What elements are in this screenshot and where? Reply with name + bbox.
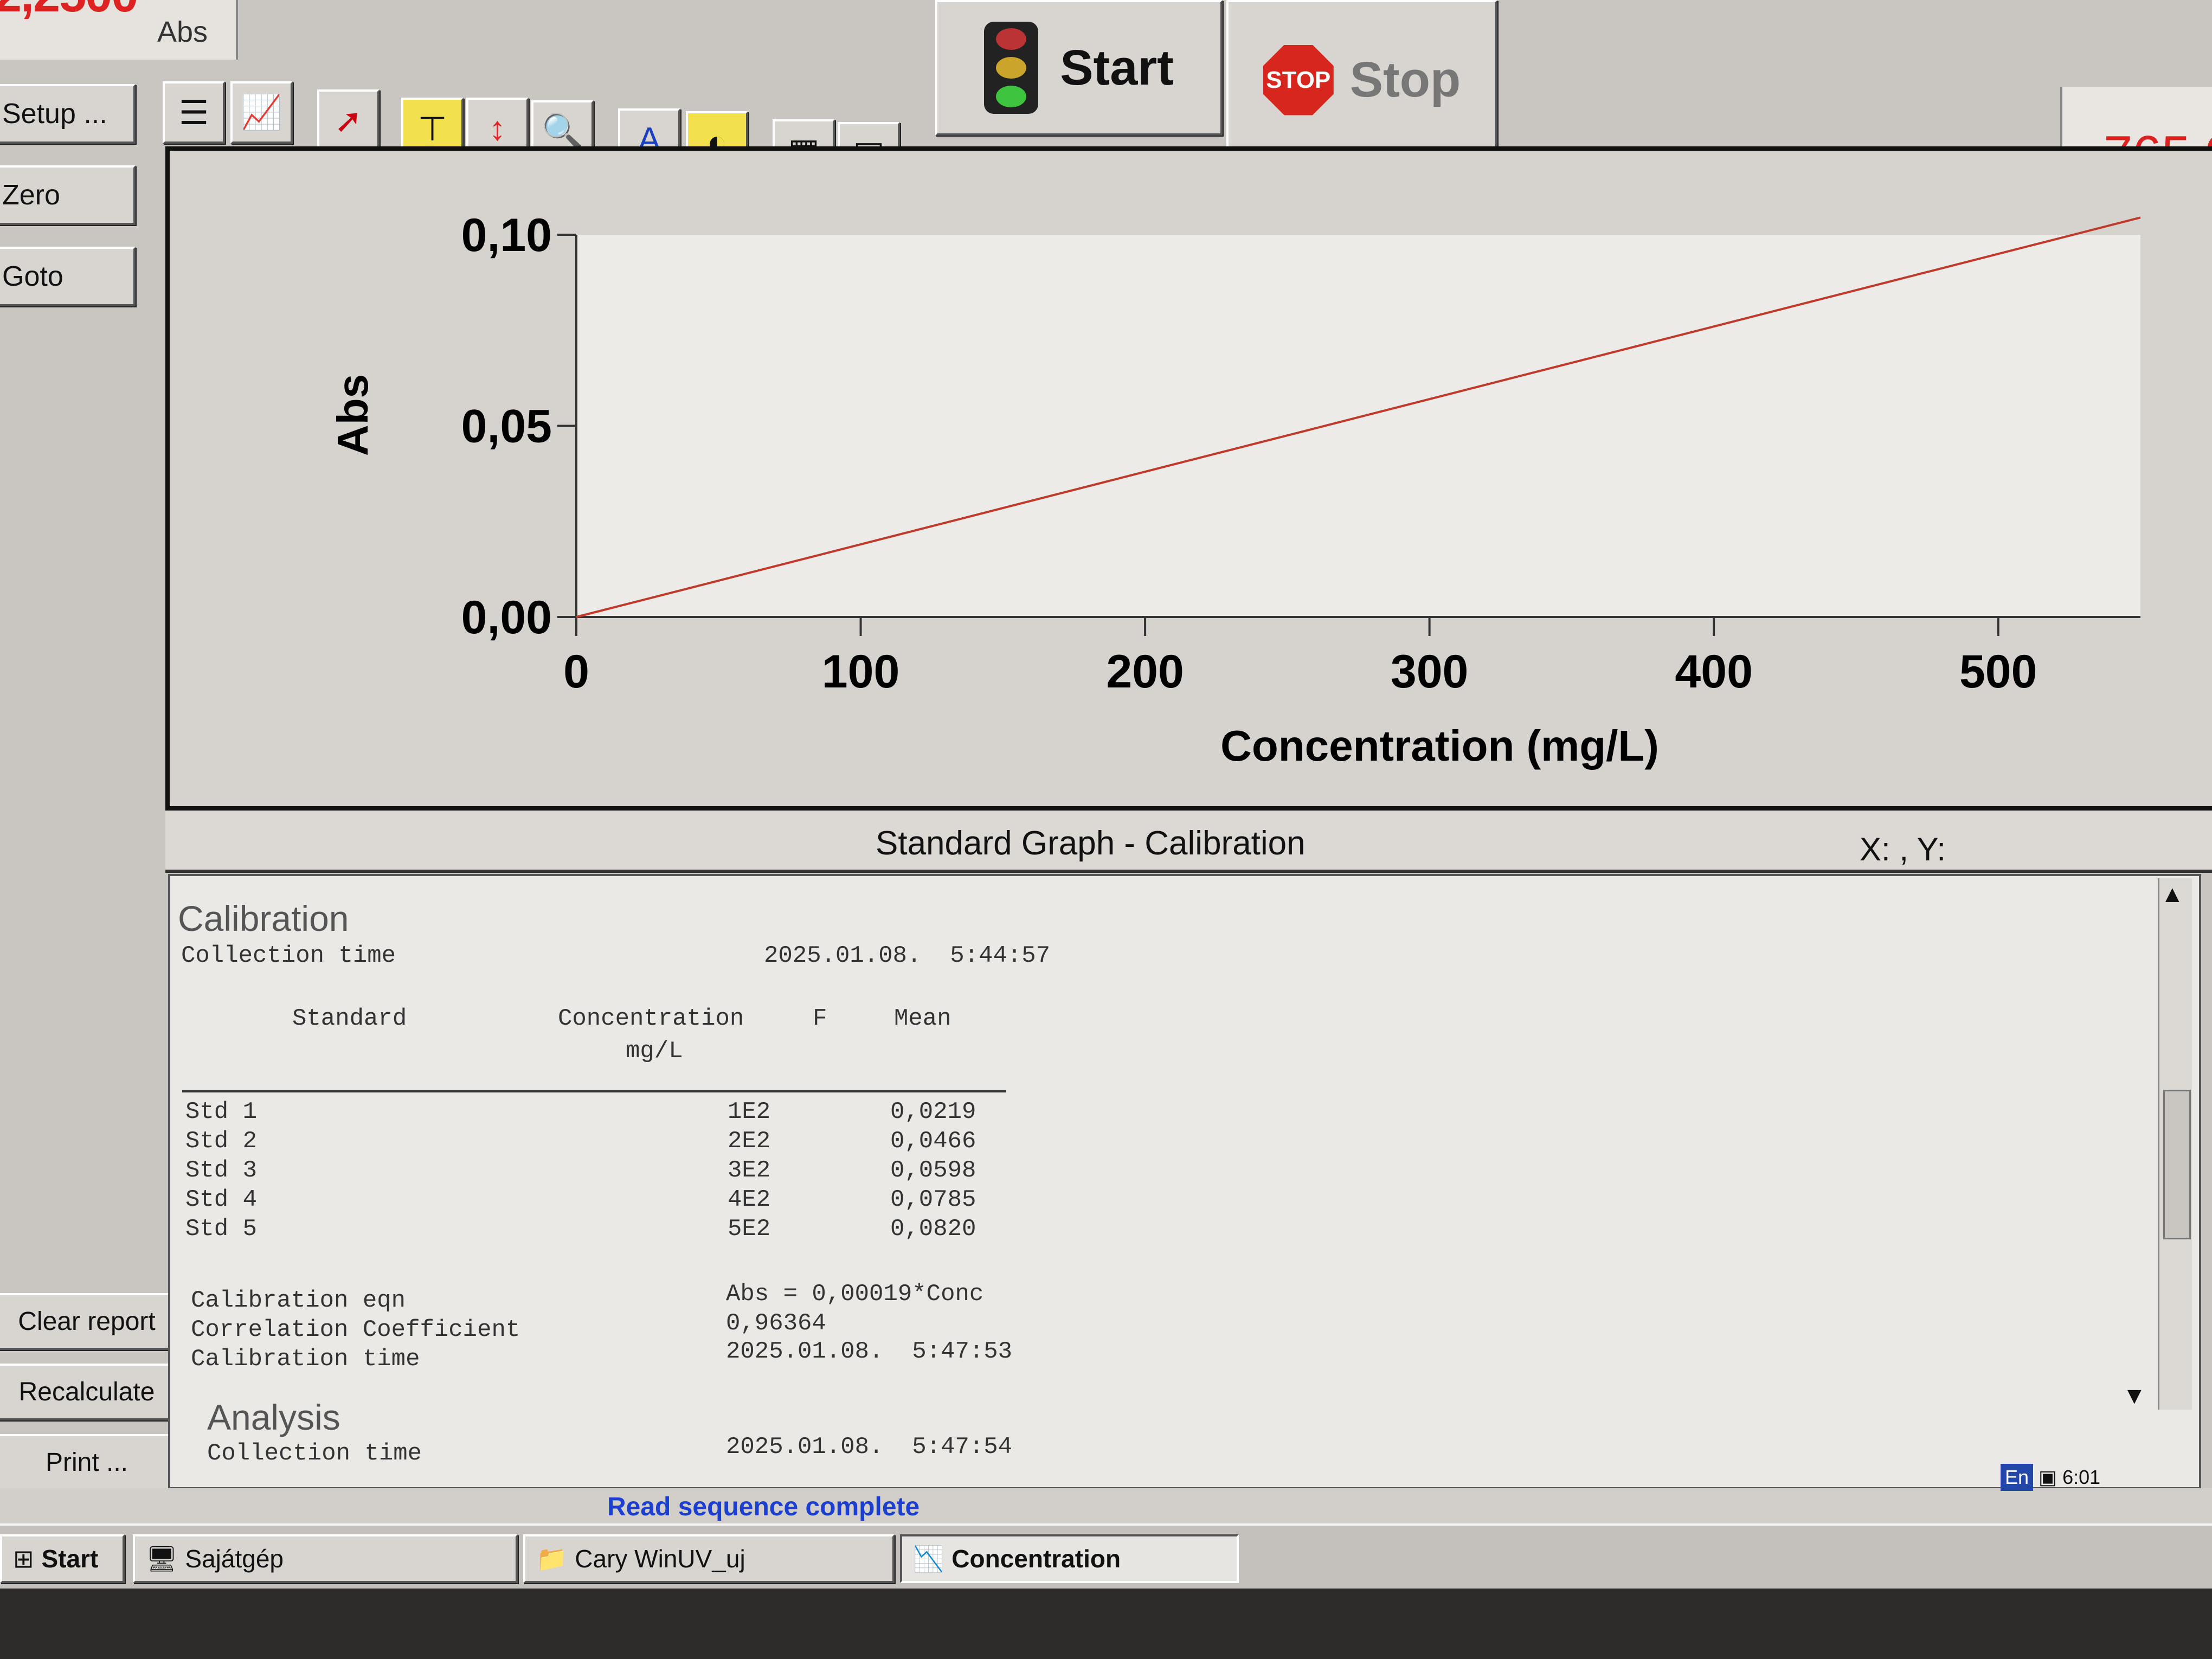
start-menu-label: Start — [41, 1545, 99, 1573]
absorbance-unit: Abs — [157, 16, 208, 48]
header-unit: mg/L — [626, 1038, 683, 1065]
print-button[interactable]: Print ... — [0, 1434, 179, 1491]
std-mean: 0,0598 — [890, 1157, 976, 1184]
taskbar-item-my-computer[interactable]: 🖥 Sajátgép — [133, 1534, 518, 1583]
std-mean: 0,0785 — [890, 1186, 976, 1213]
y-tick-label: 0,00 — [461, 591, 552, 644]
x-tick-label: 0 — [563, 646, 589, 698]
cursor-readout: X: , Y: — [1860, 831, 1946, 867]
header-concentration: Concentration — [558, 1005, 744, 1032]
x-tick-label: 100 — [822, 646, 900, 698]
analysis-time-label: Collection time — [207, 1440, 422, 1467]
y-tick-label: 0,05 — [461, 401, 552, 453]
std-conc: 3E2 — [728, 1157, 771, 1184]
start-menu-button[interactable]: ⊞ Start — [0, 1534, 125, 1583]
report-panel[interactable]: Calibration Collection time 2025.01.08. … — [168, 874, 2201, 1489]
correlation-value: 0,96364 — [726, 1310, 826, 1337]
start-label: Start — [1060, 40, 1174, 95]
system-tray: En ▣ 6:01 — [2001, 1464, 2100, 1491]
calibration-heading: Calibration — [178, 898, 349, 938]
taskbar-item-cary[interactable]: 📁 Cary WinUV_uj — [523, 1534, 895, 1583]
analysis-heading: Analysis — [207, 1397, 340, 1437]
collection-time-label: Collection time — [181, 942, 396, 969]
pointer-icon[interactable]: ➚ — [317, 89, 380, 152]
x-tick-label: 400 — [1675, 646, 1753, 698]
header-standard: Standard — [292, 1005, 407, 1032]
taskbar-item-label: Concentration — [951, 1545, 1121, 1573]
graph-title: Standard Graph - Calibration — [876, 825, 1306, 862]
std-name: Std 4 — [185, 1186, 258, 1213]
monitor-bezel — [0, 1589, 2212, 1659]
goto-button[interactable]: Goto — [0, 247, 136, 306]
x-tick-label: 300 — [1391, 646, 1469, 698]
status-bar — [0, 1488, 2212, 1526]
collection-time: 2025.01.08. 5:44:57 — [764, 942, 1051, 969]
std-mean: 0,0820 — [890, 1216, 976, 1243]
analysis-time: 2025.01.08. 5:47:54 — [726, 1433, 1013, 1461]
taskbar-item-label: Cary WinUV_uj — [575, 1545, 745, 1573]
clear-report-button[interactable]: Clear report — [0, 1293, 179, 1350]
x-tick-label: 200 — [1106, 646, 1184, 698]
header-mean: Mean — [894, 1005, 951, 1032]
x-axis-title: Concentration (mg/L) — [1220, 722, 1659, 770]
tray-icon[interactable]: ▣ — [2039, 1466, 2057, 1489]
std-conc: 4E2 — [728, 1186, 771, 1213]
taskbar-item-label: Sajátgép — [185, 1545, 284, 1573]
series-icon[interactable]: ☰ — [163, 81, 225, 144]
taskbar-item-concentration[interactable]: 📉 Concentration — [900, 1534, 1239, 1583]
scroll-down-icon[interactable]: ▼ — [2123, 1382, 2146, 1410]
header-f: F — [813, 1005, 827, 1032]
folder-icon: 📁 — [536, 1544, 568, 1573]
language-indicator[interactable]: En — [2001, 1464, 2034, 1491]
traffic-light-icon — [984, 22, 1039, 114]
clock: 6:01 — [2062, 1466, 2101, 1488]
std-name: Std 3 — [185, 1157, 258, 1184]
chart-canvas: 0,00 0,05 0,10 0 100 200 300 400 500 Concentratio… — [329, 209, 2141, 770]
y-axis-title: Abs — [329, 374, 377, 456]
start-button[interactable]: Start — [935, 0, 1223, 136]
setup-button[interactable]: Setup ... — [0, 84, 136, 144]
recalculate-button[interactable]: Recalculate — [0, 1364, 179, 1420]
status-message: Read sequence complete — [607, 1493, 920, 1521]
correlation-label: Correlation Coefficient — [191, 1316, 520, 1343]
windows-logo-icon: ⊞ — [13, 1545, 34, 1573]
scroll-thumb[interactable] — [2163, 1090, 2191, 1239]
absorbance-readout: 2,2500 — [0, 0, 138, 23]
standard-graph[interactable]: 0,00 0,05 0,10 0 100 200 300 400 500 Concentratio… — [165, 146, 2212, 811]
plot-area — [576, 235, 2140, 617]
std-conc: 1E2 — [728, 1098, 771, 1126]
graph-icon[interactable]: 📈 — [230, 81, 293, 144]
stop-sign-icon: STOP — [1263, 44, 1334, 115]
calibration-eqn-label: Calibration eqn — [191, 1287, 406, 1314]
std-name: Std 5 — [185, 1216, 258, 1243]
stop-button[interactable]: STOP Stop — [1226, 0, 1497, 160]
calibration-time-label: Calibration time — [191, 1346, 420, 1373]
std-mean: 0,0466 — [890, 1128, 976, 1155]
std-conc: 2E2 — [728, 1128, 771, 1155]
scroll-up-icon[interactable]: ▲ — [2160, 881, 2184, 908]
stop-label: Stop — [1349, 52, 1461, 107]
y-tick-label: 0,10 — [461, 209, 552, 261]
std-name: Std 1 — [185, 1098, 258, 1126]
std-conc: 5E2 — [728, 1216, 771, 1243]
std-name: Std 2 — [185, 1128, 258, 1155]
graph-window-icon: 📉 — [913, 1544, 944, 1573]
calibration-eqn: Abs = 0,00019*Conc — [726, 1281, 984, 1308]
calibration-time: 2025.01.08. 5:47:53 — [726, 1338, 1013, 1365]
header-divider — [182, 1090, 1006, 1092]
zero-button[interactable]: Zero — [0, 165, 136, 225]
computer-icon: 🖥 — [146, 1544, 178, 1573]
x-tick-label: 500 — [1959, 646, 2037, 698]
std-mean: 0,0219 — [890, 1098, 976, 1126]
